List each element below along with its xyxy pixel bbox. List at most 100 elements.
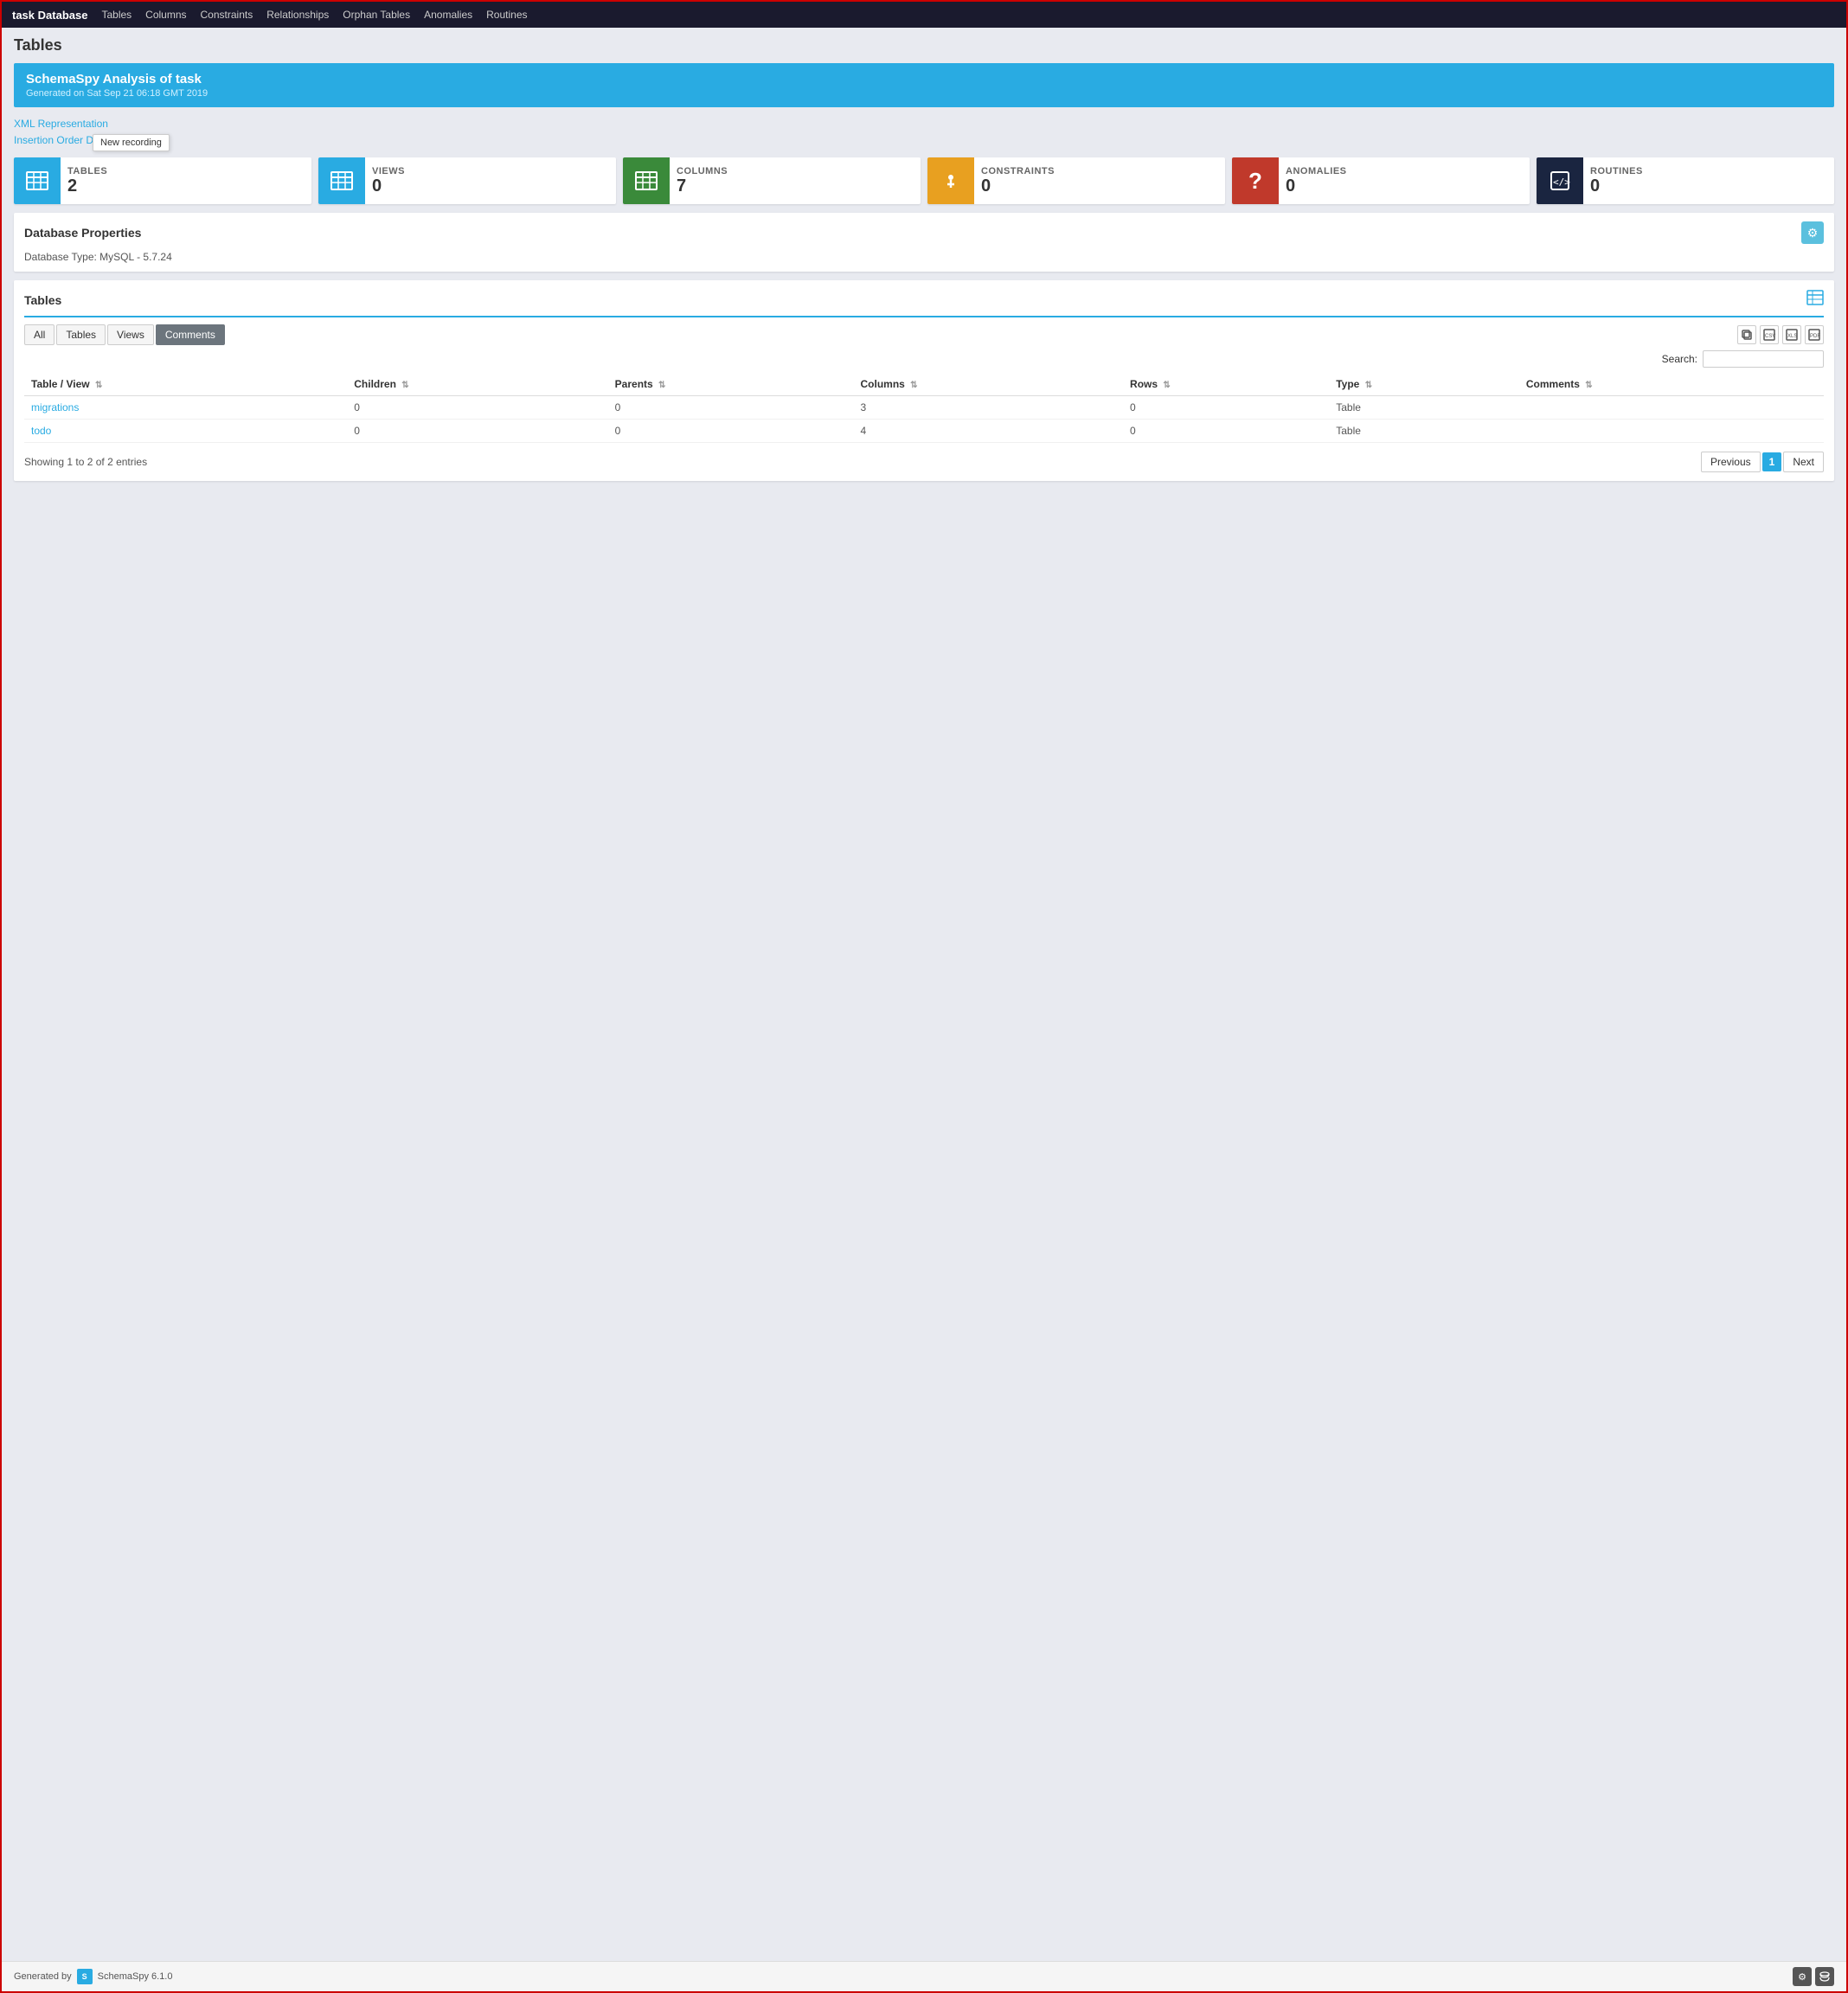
stat-card-views: VIEWS 0 [318,157,616,204]
stat-card-constraints: CONSTRAINTS 0 [927,157,1225,204]
col-parents[interactable]: Parents ⇅ [608,373,854,396]
col-rows[interactable]: Rows ⇅ [1123,373,1329,396]
header-row: Table / View ⇅ Children ⇅ Parents ⇅ Colu… [24,373,1824,396]
sort-icon-parents: ⇅ [658,381,665,390]
tables-value: 2 [67,176,107,196]
svg-text:</>: </> [1553,176,1570,188]
sort-icon-children: ⇅ [401,381,408,390]
nav-tables[interactable]: Tables [101,9,132,21]
todo-link[interactable]: todo [31,425,51,437]
nav-constraints[interactable]: Constraints [201,9,253,21]
row-0-columns: 3 [853,396,1123,420]
nav-orphan-tables[interactable]: Orphan Tables [343,9,410,21]
stat-cards: TABLES 2 VIEWS 0 [14,157,1834,204]
insertion-order-link[interactable]: Insertion Order Deletion Order [14,132,1834,149]
views-label: VIEWS [372,166,405,176]
anomalies-stat-info: ANOMALIES 0 [1279,161,1354,202]
tab-row: All Tables Views Comments CSV XLS PDF [24,324,1824,345]
row-0-name: migrations [24,396,347,420]
brand-bold: Database [38,9,88,22]
schemaspy-logo: S [77,1969,93,1984]
tables-section-title: Tables [24,293,61,307]
migrations-link[interactable]: migrations [31,401,79,413]
search-label: Search: [1662,353,1697,365]
stat-card-tables: TABLES 2 [14,157,311,204]
footer-db-icon[interactable] [1815,1967,1834,1986]
nav-relationships[interactable]: Relationships [266,9,329,21]
banner: SchemaSpy Analysis of task Generated on … [14,63,1834,107]
row-0-children: 0 [347,396,607,420]
table-body: migrations 0 0 3 0 Table todo 0 0 4 0 Ta… [24,396,1824,443]
routines-label: ROUTINES [1590,166,1643,176]
columns-label: COLUMNS [677,166,728,176]
stat-card-anomalies: ? ANOMALIES 0 [1232,157,1530,204]
db-type-label: Database Type: MySQL - 5.7.24 [24,251,1824,263]
gear-button[interactable]: ⚙ [1801,221,1824,244]
pagination-buttons: Previous 1 Next [1701,452,1824,472]
tables-stat-info: TABLES 2 [61,161,114,202]
routines-icon: </> [1537,157,1583,204]
db-properties-header: Database Properties ⚙ [24,221,1824,244]
quick-links: XML Representation Insertion Order Delet… [14,116,1834,149]
search-input[interactable] [1703,350,1824,368]
row-1-rows: 0 [1123,420,1329,443]
banner-title: SchemaSpy Analysis of task [26,72,1822,87]
tab-comments[interactable]: Comments [156,324,225,345]
row-1-name: todo [24,420,347,443]
footer-brand: SchemaSpy 6.1.0 [98,1971,173,1982]
routines-stat-info: ROUTINES 0 [1583,161,1650,202]
constraints-stat-info: CONSTRAINTS 0 [974,161,1062,202]
stat-card-columns: COLUMNS 7 [623,157,921,204]
columns-stat-info: COLUMNS 7 [670,161,735,202]
svg-text:XLS: XLS [1787,334,1797,339]
col-children[interactable]: Children ⇅ [347,373,607,396]
row-1-children: 0 [347,420,607,443]
sort-icon-rows: ⇅ [1163,381,1170,390]
db-properties-title: Database Properties [24,226,141,240]
nav-routines[interactable]: Routines [486,9,527,21]
tables-icon [14,157,61,204]
previous-button[interactable]: Previous [1701,452,1761,472]
tables-section-header: Tables [24,289,1824,317]
row-1-type: Table [1329,420,1519,443]
page-content: Tables SchemaSpy Analysis of task Genera… [2,28,1846,1961]
anomalies-value: 0 [1286,176,1347,196]
table-row: todo 0 0 4 0 Table [24,420,1824,443]
csv-button[interactable]: CSV [1760,325,1779,344]
xml-representation-link[interactable]: XML Representation [14,116,1834,132]
search-row: Search: [24,350,1824,368]
pdf-button[interactable]: PDF [1805,325,1824,344]
constraints-value: 0 [981,176,1055,196]
row-1-comments [1519,420,1824,443]
nav-columns[interactable]: Columns [145,9,186,21]
table-header: Table / View ⇅ Children ⇅ Parents ⇅ Colu… [24,373,1824,396]
row-0-parents: 0 [608,396,854,420]
footer: Generated by S SchemaSpy 6.1.0 ⚙ [2,1961,1846,1991]
col-type[interactable]: Type ⇅ [1329,373,1519,396]
svg-text:PDF: PDF [1810,334,1820,339]
row-1-parents: 0 [608,420,854,443]
col-table-view[interactable]: Table / View ⇅ [24,373,347,396]
row-0-type: Table [1329,396,1519,420]
db-properties-section: Database Properties ⚙ Database Type: MyS… [14,213,1834,272]
footer-icons-right: ⚙ [1793,1967,1834,1986]
copy-button[interactable] [1737,325,1756,344]
page-title: Tables [14,36,1834,54]
excel-button[interactable]: XLS [1782,325,1801,344]
current-page: 1 [1762,452,1782,471]
row-1-columns: 4 [853,420,1123,443]
anomalies-label: ANOMALIES [1286,166,1347,176]
data-table: Table / View ⇅ Children ⇅ Parents ⇅ Colu… [24,373,1824,443]
views-stat-info: VIEWS 0 [365,161,412,202]
next-button[interactable]: Next [1783,452,1824,472]
nav-anomalies[interactable]: Anomalies [424,9,472,21]
tab-tables[interactable]: Tables [56,324,106,345]
navbar-brand: task Database [12,9,87,22]
col-columns[interactable]: Columns ⇅ [853,373,1123,396]
footer-settings-icon[interactable]: ⚙ [1793,1967,1812,1986]
col-comments[interactable]: Comments ⇅ [1519,373,1824,396]
export-icons: CSV XLS PDF [1737,325,1824,344]
tab-all[interactable]: All [24,324,55,345]
tab-views[interactable]: Views [107,324,154,345]
sort-icon-comments: ⇅ [1585,381,1592,390]
